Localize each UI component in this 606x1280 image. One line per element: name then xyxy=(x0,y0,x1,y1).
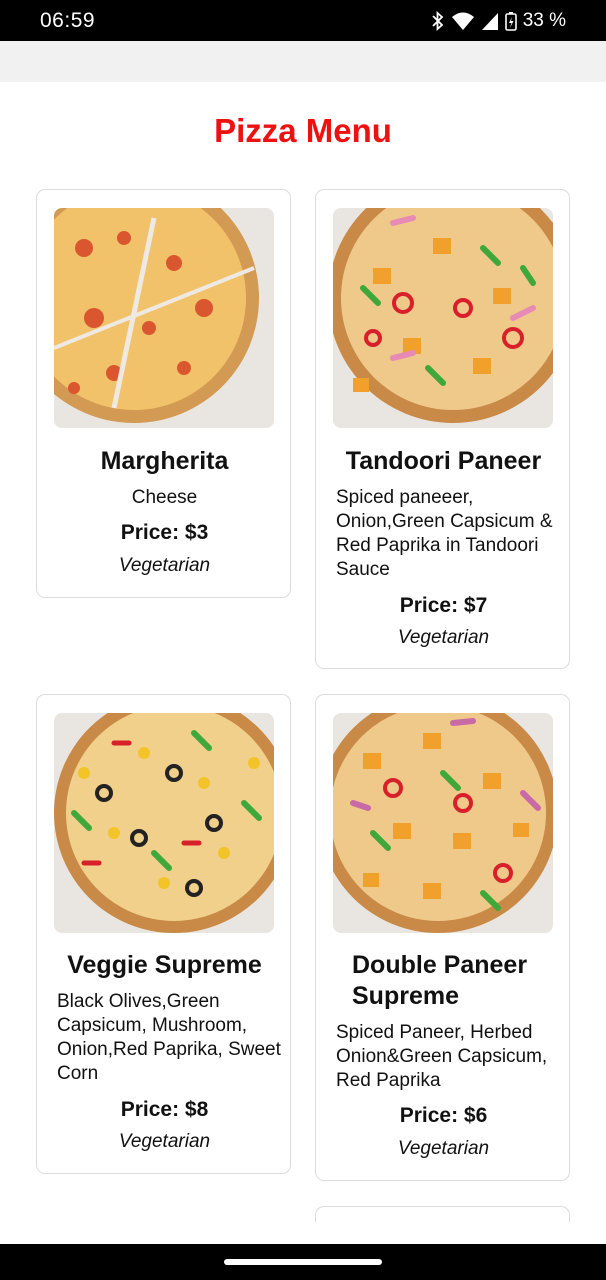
status-icons: 33 % xyxy=(431,10,566,32)
pizza-name: Veggie Supreme xyxy=(67,951,262,979)
status-time: 06:59 xyxy=(40,8,96,32)
battery-percent: 33 % xyxy=(522,9,566,31)
pizza-description: Spiced paneeer, Onion,Green Capsicum & R… xyxy=(336,487,553,580)
pizza-card-partial[interactable] xyxy=(315,1206,570,1222)
pizza-name: Double Paneer Supreme xyxy=(352,951,528,1010)
pizza-type: Vegetarian xyxy=(118,555,211,576)
pizza-card-double-paneer-supreme[interactable]: Double Paneer Supreme Spiced Paneer, Her… xyxy=(315,694,570,1181)
pizza-card-veggie-supreme[interactable]: Veggie Supreme Black Olives,Green Capsic… xyxy=(36,694,291,1174)
tandoori-paneer-pizza-image xyxy=(333,208,553,428)
signal-icon xyxy=(481,11,499,31)
home-gesture-handle[interactable] xyxy=(224,1259,382,1265)
double-paneer-supreme-pizza-image xyxy=(333,713,553,933)
battery-icon xyxy=(504,11,517,31)
status-bar: 06:59 33 % xyxy=(0,0,606,41)
page-title: Pizza Menu xyxy=(214,112,392,149)
wifi-icon xyxy=(451,11,475,31)
bluetooth-icon xyxy=(431,10,445,31)
pizza-name: Tandoori Paneer xyxy=(345,447,542,475)
pizza-description: Spiced Paneer, Herbed Onion&Green Capsic… xyxy=(336,1022,548,1091)
pizza-card-margherita[interactable]: Margherita Cheese Price: $3 Vegetarian xyxy=(36,189,291,598)
pizza-type: Vegetarian xyxy=(397,1138,490,1159)
margherita-pizza-image xyxy=(54,208,274,428)
veggie-supreme-pizza-image xyxy=(54,713,274,933)
pizza-price: Price: $3 xyxy=(120,521,209,544)
pizza-price: Price: $7 xyxy=(399,594,488,617)
pizza-price: Price: $8 xyxy=(120,1098,209,1121)
pizza-card-tandoori-paneer[interactable]: Tandoori Paneer Spiced paneeer, Onion,Gr… xyxy=(315,189,570,669)
pizza-name: Margherita xyxy=(100,447,229,475)
pizza-price: Price: $6 xyxy=(399,1104,488,1127)
pizza-type: Vegetarian xyxy=(397,627,490,648)
pizza-description: Cheese xyxy=(131,487,198,508)
pizza-description: Black Olives,Green Capsicum, Mushroom, O… xyxy=(57,991,281,1084)
app-bar xyxy=(0,41,606,82)
pizza-type: Vegetarian xyxy=(118,1131,211,1152)
